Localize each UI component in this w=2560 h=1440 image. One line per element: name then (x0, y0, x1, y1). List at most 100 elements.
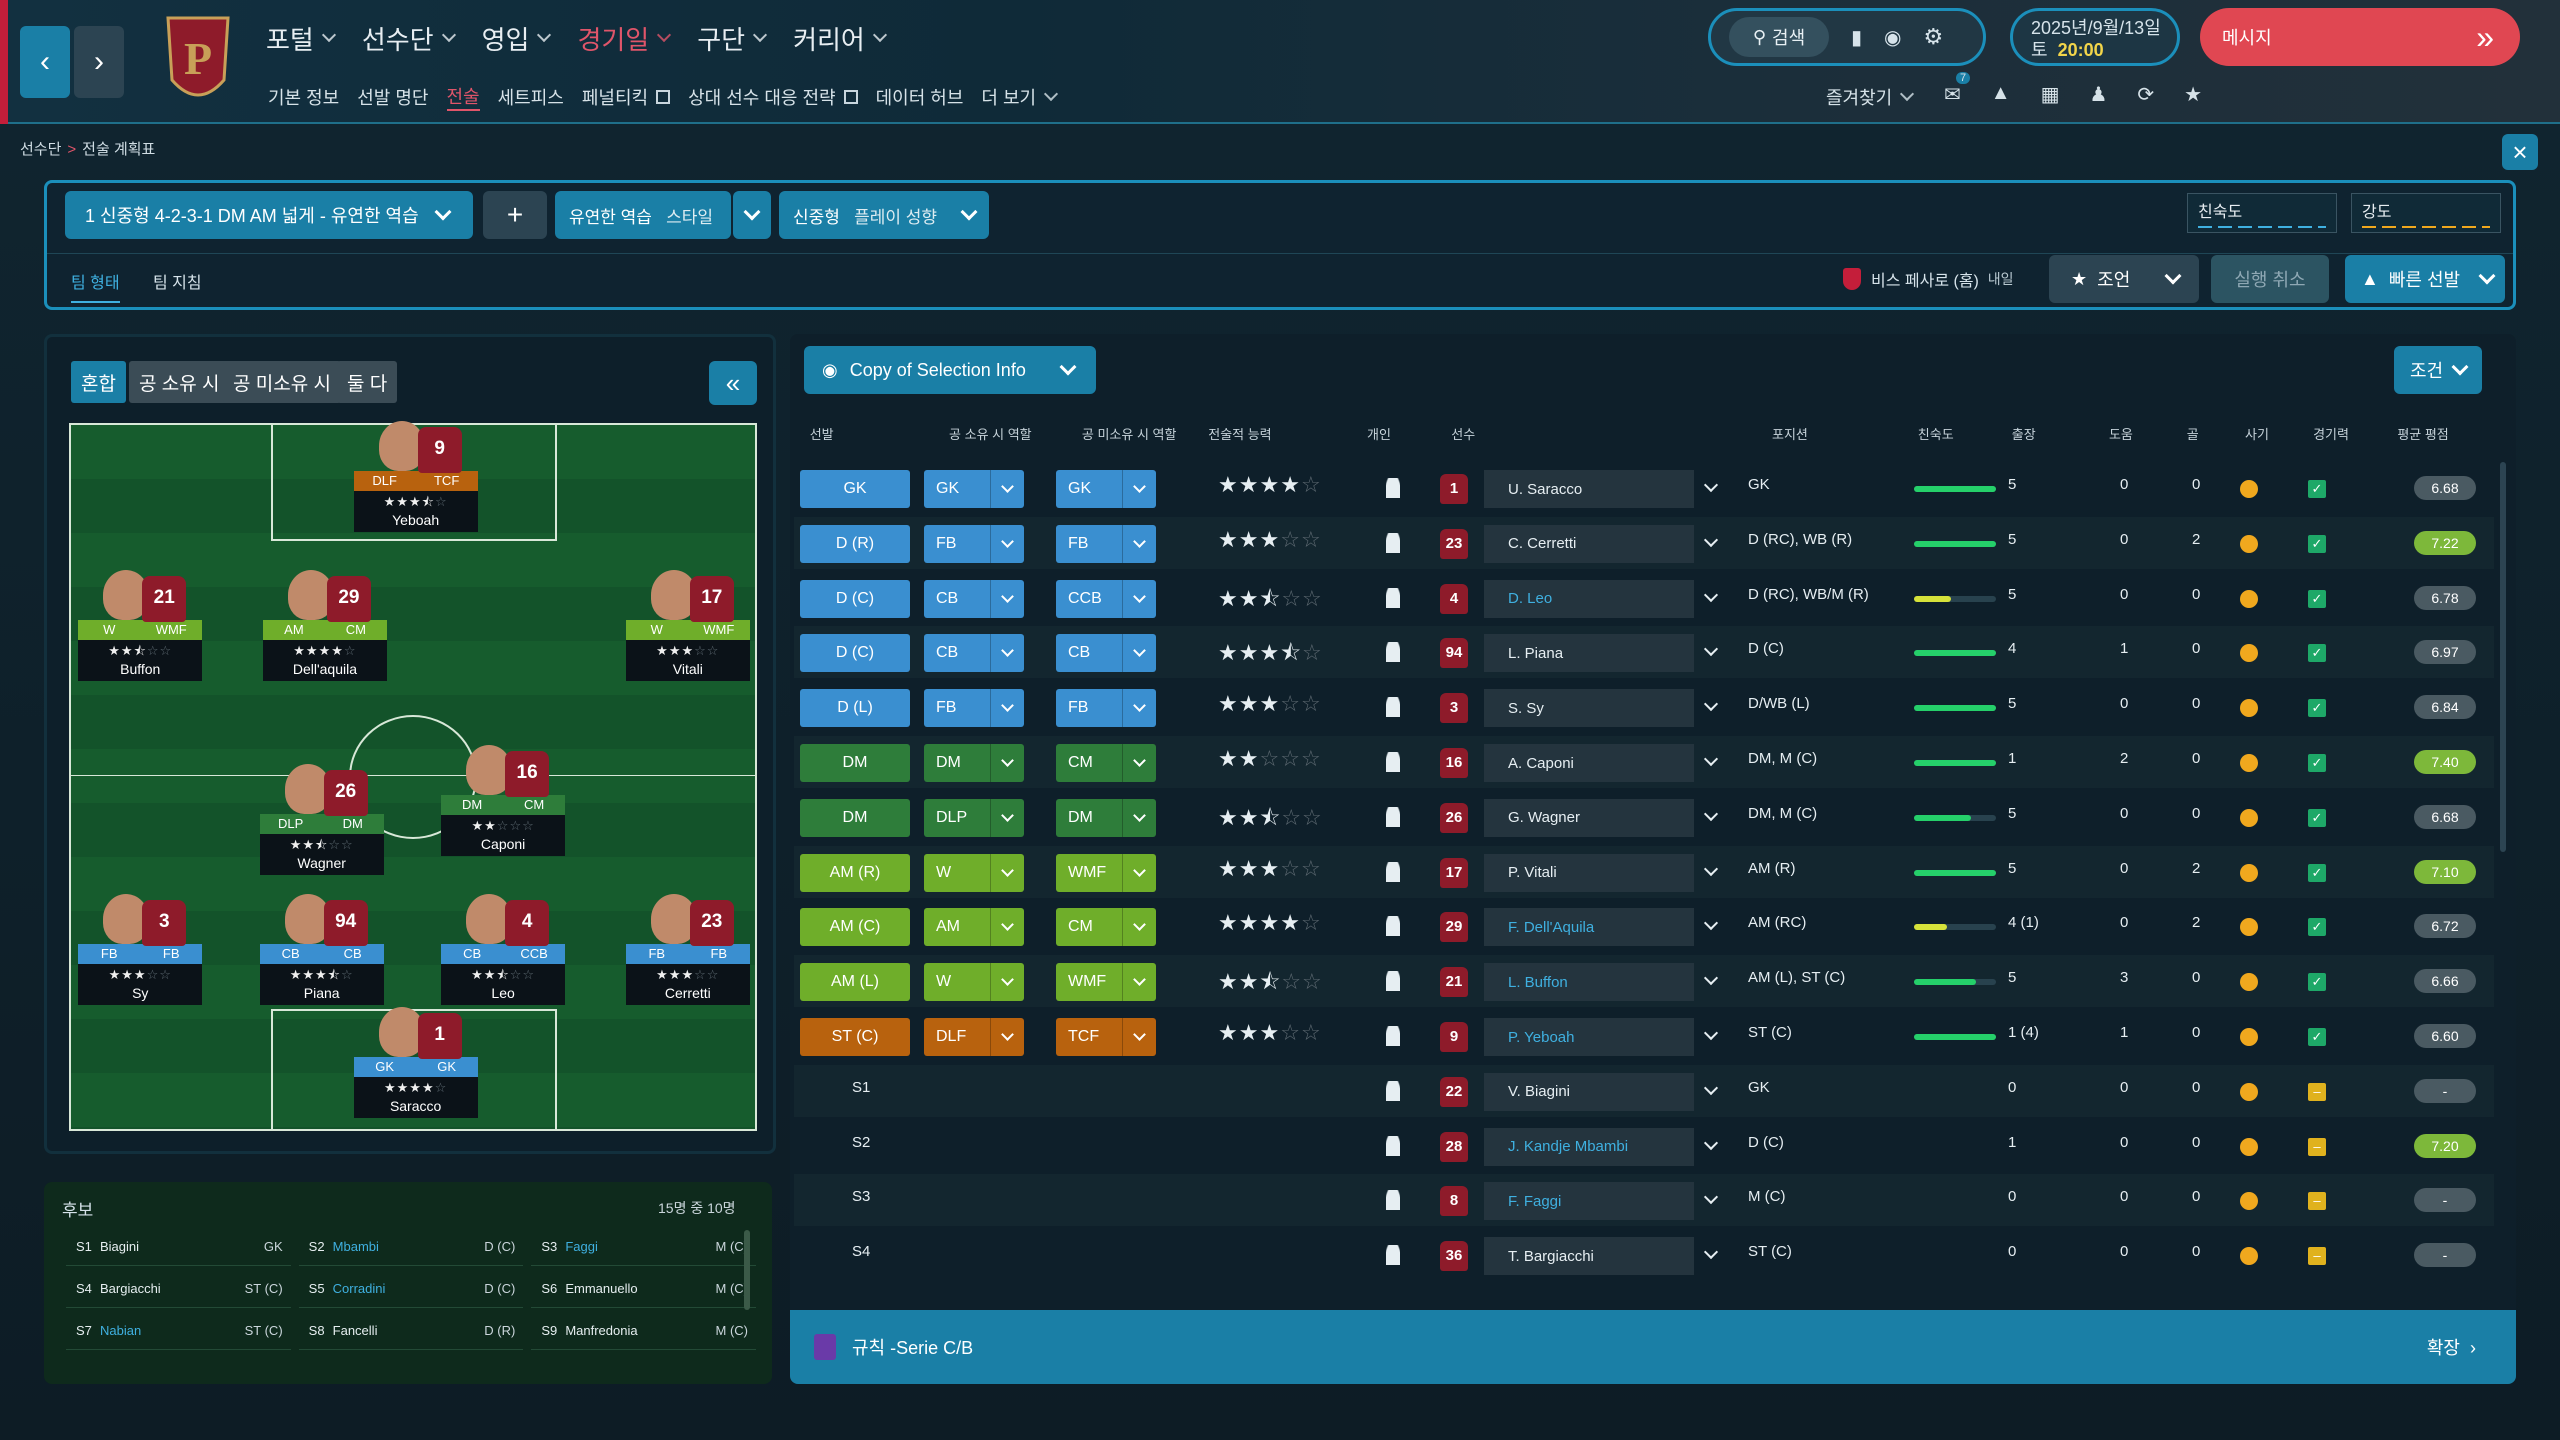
sub-nav-item[interactable]: 기본 정보 (268, 84, 339, 110)
clipboard-icon[interactable]: ▦ (2041, 82, 2060, 107)
table-row[interactable]: S2 28 J. Kandje Mbambi D (C) 1 0 0 – 7.20 (794, 1120, 2494, 1172)
column-header[interactable]: 도움 (2109, 424, 2133, 443)
favorites-dropdown[interactable]: 즐겨찾기 (1826, 84, 1915, 110)
column-header[interactable]: 출장 (2012, 424, 2036, 443)
player-name-cell[interactable]: P. Vitali (1484, 853, 1694, 892)
selection-position[interactable]: S4 (852, 1243, 870, 1260)
staff-icon[interactable]: ♟ (2089, 82, 2107, 107)
selection-position[interactable]: D (R) (800, 524, 910, 563)
main-nav-item[interactable]: 구단 (697, 20, 768, 57)
selection-position[interactable]: DM (800, 798, 910, 837)
sub-item[interactable]: S7 Nabian ST (C) (66, 1312, 291, 1350)
column-header[interactable]: 공 소유 시 역할 (949, 424, 1032, 443)
table-row[interactable]: S1 22 V. Biagini GK 0 0 0 – - (794, 1064, 2494, 1117)
player-name-cell[interactable]: T. Bargiacchi (1484, 1237, 1694, 1276)
selection-position[interactable]: AM (C) (800, 908, 910, 947)
sub-nav-item[interactable]: 데이터 허브 (876, 84, 964, 110)
table-row[interactable]: DM DM CM ★★☆☆☆ 16 A. Caponi DM, M (C) 1 2 0 ✓ 7.40 (794, 736, 2494, 788)
table-scrollbar[interactable] (2500, 462, 2506, 852)
person-icon[interactable] (1386, 587, 1400, 608)
player-name-cell[interactable]: F. Faggi (1484, 1182, 1694, 1221)
out-of-possession-role-dropdown[interactable]: DM (1056, 798, 1156, 837)
trophy-icon[interactable]: ★ (2184, 82, 2202, 107)
view-selector-dropdown[interactable]: ◉ Copy of Selection Info (804, 346, 1096, 394)
in-possession-role-dropdown[interactable]: AM (924, 908, 1024, 947)
chevron-down-icon[interactable] (1703, 532, 1719, 547)
sub-item[interactable]: S8 Fancelli D (R) (298, 1312, 524, 1350)
sub-item[interactable]: S1 Biagini GK (66, 1228, 291, 1266)
table-row[interactable]: GK GK GK ★★★★☆ 1 U. Saracco GK 5 0 0 ✓ 6.68 (794, 462, 2494, 514)
chevron-down-icon[interactable] (1703, 697, 1719, 712)
main-nav-item[interactable]: 영입 (482, 20, 552, 57)
in-possession-role-dropdown[interactable]: W (924, 853, 1024, 892)
person-icon[interactable] (1386, 1080, 1400, 1101)
seg-both[interactable]: 둘 다 (337, 361, 398, 403)
chevron-down-icon[interactable] (1703, 1080, 1719, 1095)
selection-position[interactable]: AM (L) (800, 963, 910, 1002)
player-name-cell[interactable]: J. Kandje Mbambi (1484, 1127, 1694, 1166)
sub-nav-item[interactable]: 상대 선수 대응 전략 (688, 84, 858, 110)
in-possession-role-dropdown[interactable]: DLP (924, 798, 1024, 837)
out-of-possession-role-dropdown[interactable]: FB (1056, 524, 1156, 563)
table-row[interactable]: D (C) CB CB ★★★⯪☆ 94 L. Piana D (C) 4 1 0 ✓ 6.97 (794, 626, 2494, 679)
date-time-button[interactable]: 2025년/9월/13일 토 20:00 (2010, 8, 2180, 66)
table-row[interactable]: S3 8 F. Faggi M (C) 0 0 0 – - (794, 1174, 2494, 1227)
table-row[interactable]: D (R) FB FB ★★★☆☆ 23 C. Cerretti D (RC), WB (R… (794, 516, 2494, 569)
pitch-player[interactable]: 21 W WMF ★★⯪☆☆ Buffon (78, 570, 203, 682)
collapse-button[interactable]: « (709, 361, 757, 405)
pitch-player[interactable]: 29 AM CM ★★★★☆ Dell'aquila (262, 570, 387, 682)
selection-position[interactable]: DM (800, 744, 910, 782)
person-icon[interactable] (1386, 1135, 1400, 1156)
club-crest-logo[interactable]: P (162, 10, 234, 114)
player-name-cell[interactable]: F. Dell'Aquila (1484, 908, 1694, 947)
in-possession-role-dropdown[interactable]: GK (924, 470, 1024, 508)
add-tactic-button[interactable]: + (483, 191, 547, 239)
in-possession-role-dropdown[interactable]: W (924, 963, 1024, 1002)
table-row[interactable]: AM (L) W WMF ★★⯪☆☆ 21 L. Buffon AM (L), ST (C)… (794, 955, 2494, 1008)
person-icon[interactable] (1386, 971, 1400, 992)
player-name-cell[interactable]: P. Yeboah (1484, 1018, 1694, 1056)
tab-team-shape[interactable]: 팀 형태 (71, 269, 120, 303)
chevron-down-icon[interactable] (1703, 1135, 1719, 1150)
expand-button[interactable]: 확장 › (2427, 1334, 2476, 1360)
table-row[interactable]: DM DLP DM ★★⯪☆☆ 26 G. Wagner DM, M (C) 5 0 0 ✓ 6.68 (794, 791, 2494, 843)
in-possession-role-dropdown[interactable]: CB (924, 579, 1024, 618)
competition-rules-bar[interactable]: 규칙 -Serie C/B 확장 › (790, 1310, 2516, 1384)
undo-button[interactable]: 실행 취소 (2211, 255, 2329, 303)
shirt-icon[interactable]: ▲ (1991, 82, 2011, 107)
column-header[interactable]: 평균 평점 (2397, 424, 2448, 443)
pitch-player[interactable]: 1 GK GK ★★★★☆ Saracco (353, 1007, 478, 1119)
back-button[interactable]: ‹ (20, 26, 70, 98)
player-name-cell[interactable]: D. Leo (1484, 579, 1694, 618)
column-header[interactable]: 선발 (810, 424, 834, 443)
person-icon[interactable] (1386, 642, 1400, 663)
selection-position[interactable]: D (C) (800, 634, 910, 673)
pitch-player[interactable]: 26 DLP DM ★★⯪☆☆ Wagner (259, 764, 384, 876)
mentality-dropdown[interactable]: 신중형 플레이 성향 (779, 191, 989, 239)
column-header[interactable]: 골 (2187, 424, 2199, 443)
conditions-dropdown[interactable]: 조건 (2394, 346, 2482, 394)
table-row[interactable]: D (C) CB CCB ★★⯪☆☆ 4 D. Leo D (RC), WB/M (R) 5 0… (794, 572, 2494, 624)
player-name-cell[interactable]: A. Caponi (1484, 744, 1694, 782)
chevron-down-icon[interactable] (1703, 642, 1719, 657)
refresh-icon[interactable]: ⟳ (2137, 82, 2154, 107)
style-dropdown[interactable]: 유연한 역습 스타일 (555, 191, 731, 239)
player-name-cell[interactable]: S. Sy (1484, 689, 1694, 728)
chevron-down-icon[interactable] (1703, 1025, 1719, 1041)
bookmark-icon[interactable]: ▮ (1851, 25, 1862, 50)
person-icon[interactable] (1386, 861, 1400, 882)
selection-position[interactable]: GK (800, 470, 910, 508)
pitch-player[interactable]: 3 FB FB ★★★☆☆ Sy (78, 894, 203, 1006)
chevron-down-icon[interactable] (1703, 751, 1719, 767)
table-row[interactable]: AM (C) AM CM ★★★★☆ 29 F. Dell'Aquila AM (RC) 4 … (794, 900, 2494, 952)
chevron-down-icon[interactable] (1703, 587, 1719, 602)
person-icon[interactable] (1386, 806, 1400, 827)
person-icon[interactable] (1386, 478, 1400, 498)
selection-position[interactable]: AM (R) (800, 853, 910, 892)
forward-button[interactable]: › (74, 26, 124, 98)
out-of-possession-role-dropdown[interactable]: GK (1056, 470, 1156, 508)
out-of-possession-role-dropdown[interactable]: WMF (1056, 853, 1156, 892)
in-possession-role-dropdown[interactable]: CB (924, 634, 1024, 673)
column-header[interactable]: 전술적 능력 (1208, 424, 1271, 443)
column-header[interactable]: 개인 (1367, 424, 1391, 443)
